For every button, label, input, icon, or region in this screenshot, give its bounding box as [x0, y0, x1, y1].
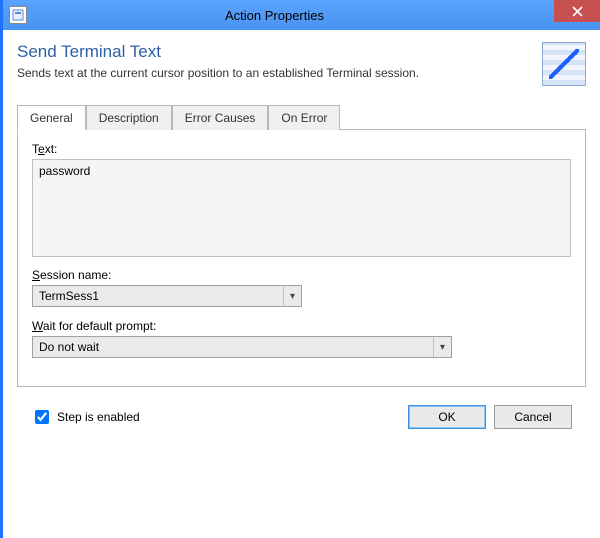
terminal-text-icon — [542, 42, 586, 86]
step-enabled-input[interactable] — [35, 410, 49, 424]
text-label: Text: — [32, 142, 571, 156]
tab-description[interactable]: Description — [86, 105, 172, 130]
session-name-label: Session name: — [32, 268, 302, 282]
wait-prompt-combo[interactable]: ▾ — [32, 336, 452, 358]
ok-button[interactable]: OK — [408, 405, 486, 429]
tab-bar: General Description Error Causes On Erro… — [17, 104, 586, 130]
tab-general[interactable]: General — [17, 105, 86, 130]
dialog-footer: Step is enabled OK Cancel — [17, 387, 586, 439]
window-title: Action Properties — [35, 8, 554, 23]
session-name-input[interactable] — [33, 286, 283, 306]
close-button[interactable] — [554, 0, 600, 22]
session-name-combo[interactable]: ▾ — [32, 285, 302, 307]
tab-panel-general: Text: password Session name: ▾ Wait for … — [17, 130, 586, 387]
cancel-button[interactable]: Cancel — [494, 405, 572, 429]
wait-prompt-label: Wait for default prompt: — [32, 319, 452, 333]
step-enabled-checkbox[interactable]: Step is enabled — [31, 407, 140, 427]
chevron-down-icon[interactable]: ▾ — [283, 286, 301, 306]
tab-on-error[interactable]: On Error — [268, 105, 340, 130]
app-icon — [9, 6, 27, 24]
step-enabled-label: Step is enabled — [57, 410, 140, 424]
action-heading: Send Terminal Text — [17, 42, 534, 62]
action-subheading: Sends text at the current cursor positio… — [17, 66, 534, 80]
wait-prompt-value[interactable] — [33, 337, 433, 357]
text-input[interactable]: password — [32, 159, 571, 257]
dialog-header: Send Terminal Text Sends text at the cur… — [17, 40, 586, 94]
titlebar: Action Properties — [3, 0, 600, 30]
chevron-down-icon[interactable]: ▾ — [433, 337, 451, 357]
tab-error-causes[interactable]: Error Causes — [172, 105, 269, 130]
dialog-content: Send Terminal Text Sends text at the cur… — [3, 30, 600, 447]
